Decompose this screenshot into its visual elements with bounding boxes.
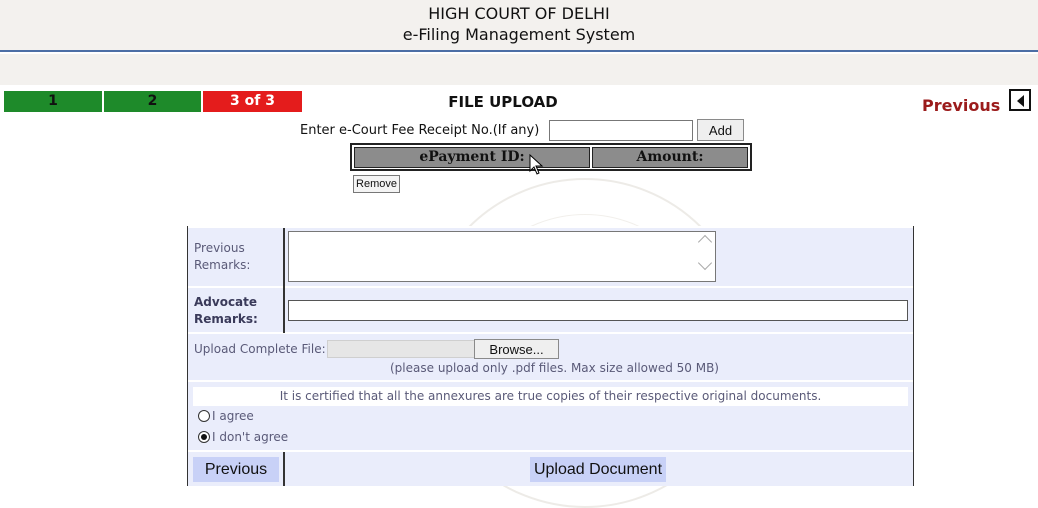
- advocate-remarks-input[interactable]: [288, 300, 908, 321]
- site-header: HIGH COURT OF DELHI e-Filing Management …: [0, 0, 1038, 52]
- court-title: HIGH COURT OF DELHI: [428, 4, 610, 23]
- row-divider: [188, 332, 913, 334]
- sub-bar: [0, 54, 1038, 85]
- disagree-option[interactable]: I don't agree: [198, 430, 288, 444]
- amount-header: Amount:: [592, 147, 748, 168]
- fee-receipt-input[interactable]: [549, 120, 693, 141]
- row-divider: [188, 226, 913, 228]
- add-button[interactable]: Add: [697, 119, 744, 141]
- fee-receipt-label: Enter e-Court Fee Receipt No.(If any): [300, 123, 540, 138]
- disagree-label: I don't agree: [212, 430, 289, 444]
- previous-arrow-icon[interactable]: [1009, 89, 1031, 111]
- previous-remarks-label: Previous Remarks:: [194, 241, 251, 272]
- agree-label: I agree: [212, 409, 254, 423]
- upload-file-label: Upload Complete File:: [194, 342, 326, 356]
- browse-button[interactable]: Browse...: [474, 339, 559, 359]
- previous-button[interactable]: Previous: [193, 457, 279, 482]
- step-1[interactable]: 1: [4, 91, 102, 112]
- file-path-field[interactable]: [327, 340, 475, 358]
- row-divider: [188, 450, 913, 452]
- system-subtitle: e-Filing Management System: [402, 25, 636, 44]
- row-divider: [188, 380, 913, 382]
- payment-table: ePayment ID: Amount:: [350, 143, 752, 171]
- step-2[interactable]: 2: [104, 91, 201, 112]
- previous-link[interactable]: Previous: [922, 96, 1000, 115]
- agree-option[interactable]: I agree: [198, 409, 254, 423]
- column-divider: [283, 452, 285, 486]
- page-title: FILE UPLOAD: [448, 93, 558, 111]
- certification-text: It is certified that all the annexures a…: [193, 387, 908, 406]
- advocate-remarks-label: Advocate Remarks:: [194, 295, 258, 326]
- row-divider: [188, 286, 913, 288]
- column-divider: [283, 228, 285, 333]
- mouse-cursor-icon: [529, 154, 544, 175]
- upload-hint: (please upload only .pdf files. Max size…: [390, 361, 719, 375]
- remove-button[interactable]: Remove: [353, 175, 400, 193]
- disagree-radio[interactable]: [198, 431, 210, 443]
- step-3-current: 3 of 3: [203, 91, 302, 112]
- upload-document-button[interactable]: Upload Document: [530, 457, 666, 482]
- epayment-id-header: ePayment ID:: [354, 147, 590, 168]
- agree-radio[interactable]: [198, 410, 210, 422]
- previous-remarks-textarea[interactable]: [288, 231, 716, 282]
